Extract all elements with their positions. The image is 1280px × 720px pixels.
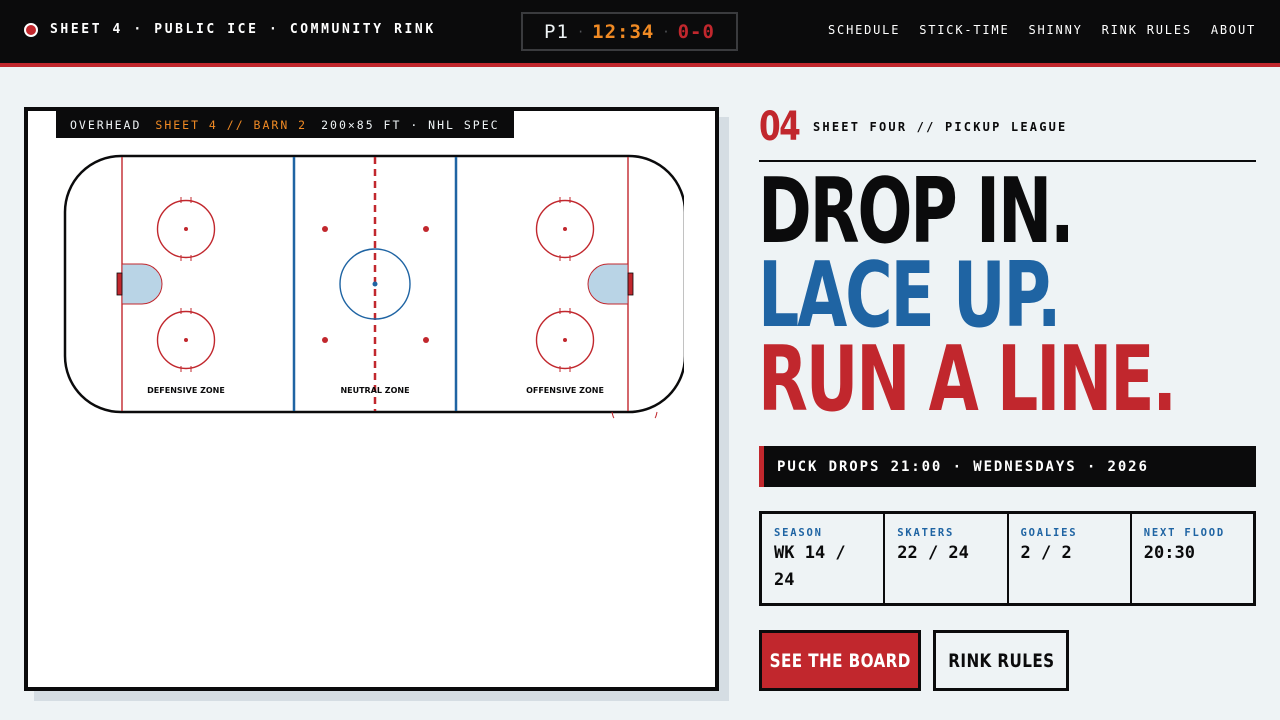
neutral-faceoff-dot bbox=[423, 226, 429, 232]
eyebrow-text: SHEET FOUR // PICKUP LEAGUE bbox=[813, 120, 1068, 134]
stat-skaters: SKATERS 22 / 24 bbox=[885, 514, 1009, 603]
stat-season: SEASON WK 14 / 24 bbox=[762, 514, 886, 603]
bench-mark bbox=[654, 411, 658, 419]
rink-panel: OVERHEAD SHEET 4 // BARN 2 200×85 FT · N… bbox=[24, 107, 719, 691]
headline-line-3: RUN A LINE. bbox=[758, 327, 1177, 432]
rink-rules-label: RINK RULES bbox=[947, 649, 1055, 672]
see-the-board-button[interactable]: SEE THE BOARD bbox=[759, 630, 921, 691]
stat-value: WK 14 / 24 bbox=[774, 543, 846, 590]
headline-line-1: DROP IN. bbox=[758, 159, 1075, 264]
rink-view-label: OVERHEAD bbox=[70, 117, 142, 132]
stat-next-flood: NEXT FLOOD 20:30 bbox=[1132, 514, 1253, 603]
rink-location-label: SHEET 4 // BARN 2 bbox=[155, 117, 308, 132]
scoreboard-score: 0-0 bbox=[677, 20, 715, 43]
neutral-faceoff-dot bbox=[322, 226, 328, 232]
goal-net-right bbox=[627, 272, 634, 296]
stat-goalies: GOALIES 2 / 2 bbox=[1009, 514, 1132, 603]
headline-line-2: LACE UP. bbox=[758, 243, 1062, 348]
stat-value: 20:30 bbox=[1143, 543, 1195, 563]
zone-label-neutral: NEUTRAL ZONE bbox=[340, 386, 409, 395]
zone-label-defensive: DEFENSIVE ZONE bbox=[147, 386, 225, 395]
scoreboard-clock: 12:34 bbox=[592, 20, 655, 43]
nav-rink-rules[interactable]: RINK RULES bbox=[1102, 23, 1192, 37]
sheet-number: 04 bbox=[759, 104, 801, 150]
rink-diagram: DEFENSIVE ZONE NEUTRAL ZONE OFFENSIVE ZO… bbox=[63, 154, 684, 419]
stat-value: 2 / 2 bbox=[1020, 543, 1072, 563]
nav-stick-time[interactable]: STICK-TIME bbox=[919, 23, 1009, 37]
nav-shinny[interactable]: SHINNY bbox=[1028, 23, 1082, 37]
puck-drop-text: PUCK DROPS 21:00 · WEDNESDAYS · 2026 bbox=[777, 458, 1149, 475]
puck-drop-banner: PUCK DROPS 21:00 · WEDNESDAYS · 2026 bbox=[759, 446, 1256, 487]
scoreboard: P1 · 12:34 · 0-0 bbox=[521, 12, 738, 51]
stat-label: SEASON bbox=[774, 527, 823, 539]
section-eyebrow: 04 SHEET FOUR // PICKUP LEAGUE bbox=[759, 104, 1067, 150]
goal-net-left bbox=[116, 272, 123, 296]
stats-grid: SEASON WK 14 / 24 SKATERS 22 / 24 GOALIE… bbox=[759, 511, 1256, 606]
scoreboard-separator: · bbox=[662, 24, 670, 39]
neutral-faceoff-dot bbox=[423, 337, 429, 343]
header-accent-rule bbox=[0, 63, 1280, 67]
stat-label: SKATERS bbox=[897, 527, 955, 539]
scoreboard-separator: · bbox=[576, 24, 585, 39]
rink-spec-label: 200×85 FT · NHL SPEC bbox=[321, 117, 500, 132]
live-dot-icon bbox=[24, 22, 38, 37]
nav-schedule[interactable]: SCHEDULE bbox=[828, 23, 900, 37]
hero-headline: DROP IN. LACE UP. RUN A LINE. bbox=[758, 159, 1280, 432]
nav-about[interactable]: ABOUT bbox=[1211, 23, 1256, 37]
neutral-faceoff-dot bbox=[322, 337, 328, 343]
rink-tag: OVERHEAD SHEET 4 // BARN 2 200×85 FT · N… bbox=[56, 111, 514, 138]
center-faceoff-dot bbox=[372, 281, 378, 287]
stat-value: 22 / 24 bbox=[897, 543, 969, 563]
stat-label: GOALIES bbox=[1020, 527, 1078, 539]
main-nav: SCHEDULE STICK-TIME SHINNY RINK RULES AB… bbox=[828, 23, 1256, 37]
stat-label: NEXT FLOOD bbox=[1143, 527, 1225, 539]
crease-left bbox=[121, 263, 163, 305]
crease-right bbox=[587, 263, 629, 305]
top-bar: SHEET 4 · PUBLIC ICE · COMMUNITY RINK P1… bbox=[0, 0, 1280, 63]
zone-label-offensive: OFFENSIVE ZONE bbox=[526, 386, 604, 395]
rink-rules-button[interactable]: RINK RULES bbox=[933, 630, 1069, 691]
see-the-board-label: SEE THE BOARD bbox=[769, 649, 911, 672]
brand[interactable]: SHEET 4 · PUBLIC ICE · COMMUNITY RINK bbox=[24, 22, 436, 37]
brand-title: SHEET 4 · PUBLIC ICE · COMMUNITY RINK bbox=[50, 22, 436, 37]
scoreboard-period: P1 bbox=[544, 20, 569, 43]
